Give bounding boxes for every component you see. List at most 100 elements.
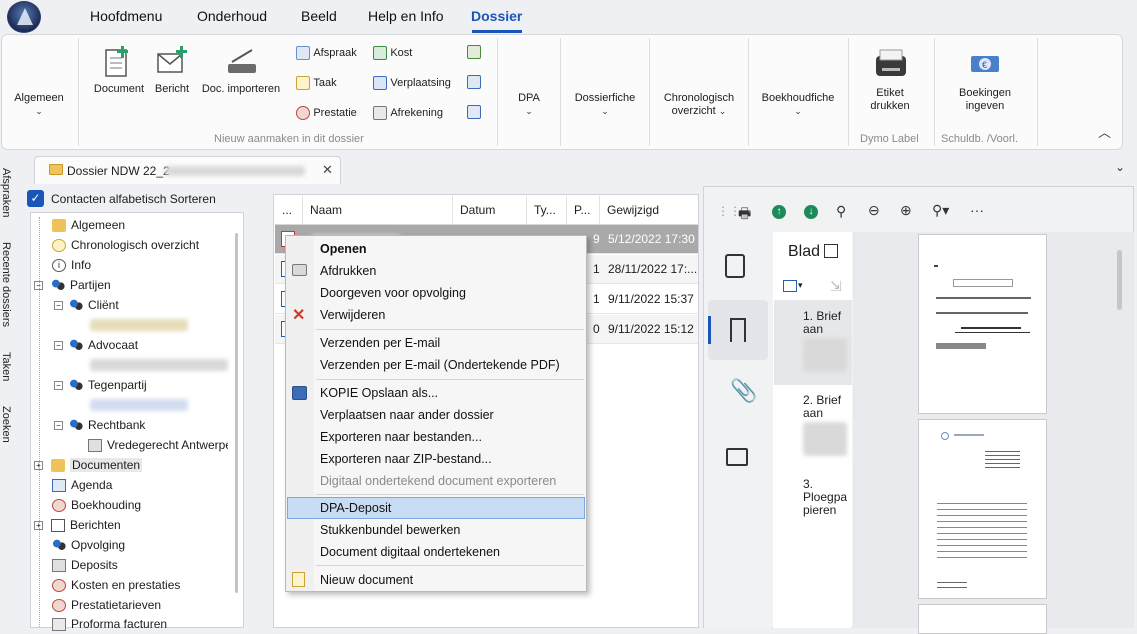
thumbnails-icon[interactable]: [725, 254, 745, 278]
menu-item-zip[interactable]: Exporteren naar ZIP-bestand...: [320, 452, 492, 466]
tree-item-proforma[interactable]: Proforma facturen: [52, 617, 167, 632]
sidetab-taken[interactable]: Taken: [0, 352, 12, 381]
attachment-icon[interactable]: 📎: [730, 378, 757, 404]
collapse-icon[interactable]: −: [54, 301, 63, 311]
app-logo[interactable]: [7, 1, 41, 33]
tree-item-boekhouding[interactable]: Boekhouding: [52, 498, 141, 513]
bookmark-item-3[interactable]: 3. Ploegpa pieren: [803, 478, 849, 517]
collapse-icon[interactable]: −: [34, 281, 43, 291]
tree-item-prestatietarieven[interactable]: Prestatietarieven: [52, 598, 161, 613]
etiket-drukken-button[interactable]: Etiket drukken: [860, 44, 920, 120]
menu-item-exporteren[interactable]: Exporteren naar bestanden...: [320, 430, 482, 444]
dpa-button[interactable]: DPA ⌄: [504, 92, 554, 118]
zoom-dropdown-icon[interactable]: ⚲▾: [932, 202, 949, 219]
tree-item-kosten[interactable]: Kosten en prestaties: [52, 578, 180, 593]
tree-item-rechtbank[interactable]: − Rechtbank: [54, 418, 145, 433]
tab-hoofdmenu[interactable]: Hoofdmenu: [90, 8, 162, 24]
tree-item-partijen[interactable]: − Partijen: [34, 278, 111, 293]
menu-item-verwijderen[interactable]: Verwijderen: [320, 308, 385, 322]
menu-item-openen[interactable]: Openen: [320, 242, 367, 256]
tab-help-en-info[interactable]: Help en Info: [368, 8, 444, 24]
afspraak-button[interactable]: Afspraak: [296, 45, 357, 60]
page-thumbnail-1[interactable]: [918, 234, 1047, 414]
boekingen-ingeven-button[interactable]: € Boekingen ingeven: [950, 44, 1020, 120]
dossierfiche-button[interactable]: Dossierfiche ⌄: [565, 92, 645, 118]
menu-item-email-pdf[interactable]: Verzenden per E-mail (Ondertekende PDF): [320, 358, 560, 372]
tree-item-advocaat[interactable]: − Advocaat: [54, 338, 138, 353]
tab-dossier[interactable]: Dossier: [471, 8, 522, 24]
grid-icon[interactable]: [467, 45, 481, 59]
preview-scrollbar[interactable]: [1117, 250, 1122, 310]
tree-item-tegenpartij[interactable]: − Tegenpartij: [54, 378, 147, 393]
doc-importeren-button[interactable]: Doc. importeren: [198, 44, 284, 108]
collapse-icon[interactable]: −: [54, 421, 63, 431]
bookmark-item-2[interactable]: 2. Brief aan: [803, 394, 849, 420]
tree-item-algemeen[interactable]: Algemeen: [52, 218, 125, 233]
expand-panel-icon[interactable]: [824, 244, 838, 258]
afrekening-button[interactable]: Afrekening: [373, 105, 443, 120]
sort-checkbox[interactable]: ✓: [27, 190, 44, 207]
column-header-type[interactable]: Ty...: [527, 196, 567, 224]
list-options-icon[interactable]: [783, 280, 797, 292]
kost-button[interactable]: Kost: [373, 45, 412, 60]
tab-beeld[interactable]: Beeld: [301, 8, 337, 24]
document-button[interactable]: Document: [90, 44, 148, 108]
column-header-datum[interactable]: Datum: [453, 196, 527, 224]
arrow-up-icon[interactable]: ↑: [772, 205, 786, 219]
collapse-ribbon-icon[interactable]: ︿: [1098, 122, 1111, 141]
find-icon[interactable]: ⚲: [836, 203, 846, 220]
sidetab-zoeken[interactable]: Zoeken: [0, 406, 12, 443]
chronologisch-overzicht-button[interactable]: Chronologisch overzicht ⌄: [654, 92, 744, 118]
collapse-icon[interactable]: −: [54, 381, 63, 391]
tree-item-berichten[interactable]: + Berichten: [34, 518, 121, 533]
prestatie-button[interactable]: Prestatie: [296, 105, 357, 120]
boekhoudfiche-button[interactable]: Boekhoudfiche ⌄: [752, 92, 844, 118]
collapse-icon[interactable]: −: [54, 341, 63, 351]
tree-item-agenda[interactable]: Agenda: [52, 478, 112, 493]
zoom-out-icon[interactable]: ⊖: [868, 202, 880, 219]
tree-item-info[interactable]: i Info: [52, 258, 91, 273]
expand-icon[interactable]: +: [34, 521, 43, 531]
menu-item-email[interactable]: Verzenden per E-mail: [320, 336, 440, 350]
page-thumbnail-3[interactable]: [918, 604, 1047, 634]
bookmark-item-1[interactable]: 1. Brief aan: [803, 310, 849, 336]
more-options-icon[interactable]: ···: [970, 202, 984, 218]
algemeen-button[interactable]: Algemeen ⌄: [14, 92, 64, 118]
bericht-button[interactable]: Bericht: [150, 44, 194, 108]
tree-scrollbar[interactable]: [235, 233, 238, 593]
menu-item-onderteken[interactable]: Document digitaal ondertekenen: [320, 545, 500, 559]
tree-item-vredegerecht[interactable]: Vredegerecht Antwerpen: [88, 438, 228, 453]
move-icon[interactable]: [467, 75, 481, 89]
column-header-select[interactable]: ...: [275, 196, 303, 224]
comment-icon[interactable]: [726, 448, 748, 466]
tree-item-deposits[interactable]: Deposits: [52, 558, 118, 573]
calendar-small-icon[interactable]: [467, 105, 481, 119]
chevron-down-icon[interactable]: ▾: [798, 280, 803, 291]
arrow-down-icon[interactable]: ↓: [804, 205, 818, 219]
tree-item-chronologisch[interactable]: Chronologisch overzicht: [52, 238, 199, 253]
expand-icon[interactable]: +: [34, 461, 43, 471]
menu-item-verplaatsen[interactable]: Verplaatsen naar ander dossier: [320, 408, 494, 422]
tab-onderhoud[interactable]: Onderhoud: [197, 8, 267, 24]
close-icon[interactable]: ✕: [322, 162, 333, 178]
column-header-gewijzigd[interactable]: Gewijzigd: [600, 196, 698, 224]
column-header-naam[interactable]: Naam: [303, 196, 453, 224]
sidetab-afspraken[interactable]: Afspraken: [0, 168, 12, 218]
dossier-tab[interactable]: Dossier NDW 22_2 - ✕: [34, 156, 341, 184]
menu-item-nieuw[interactable]: Nieuw document: [320, 573, 413, 587]
menu-item-kopie[interactable]: KOPIE Opslaan als...: [320, 386, 438, 400]
tree-item-documenten[interactable]: + Documenten: [34, 458, 143, 473]
verplaatsing-button[interactable]: Verplaatsing: [373, 75, 451, 90]
menu-item-dpa-deposit[interactable]: DPA-Deposit: [320, 501, 391, 515]
menu-item-stukkenbundel[interactable]: Stukkenbundel bewerken: [320, 523, 460, 537]
sidetab-recente-dossiers[interactable]: Recente dossiers: [0, 242, 12, 327]
page-thumbnail-2[interactable]: [918, 419, 1047, 599]
zoom-in-icon[interactable]: ⊕: [900, 202, 912, 219]
menu-item-afdrukken[interactable]: Afdrukken: [320, 264, 376, 278]
chevron-down-icon[interactable]: ⌄: [1115, 160, 1125, 174]
taak-button[interactable]: Taak: [296, 75, 337, 90]
column-header-p[interactable]: P...: [567, 196, 600, 224]
print-icon[interactable]: 🖶: [738, 203, 751, 227]
tree-item-opvolging[interactable]: Opvolging: [52, 538, 125, 553]
tree-item-client[interactable]: − Cliënt: [54, 298, 119, 313]
